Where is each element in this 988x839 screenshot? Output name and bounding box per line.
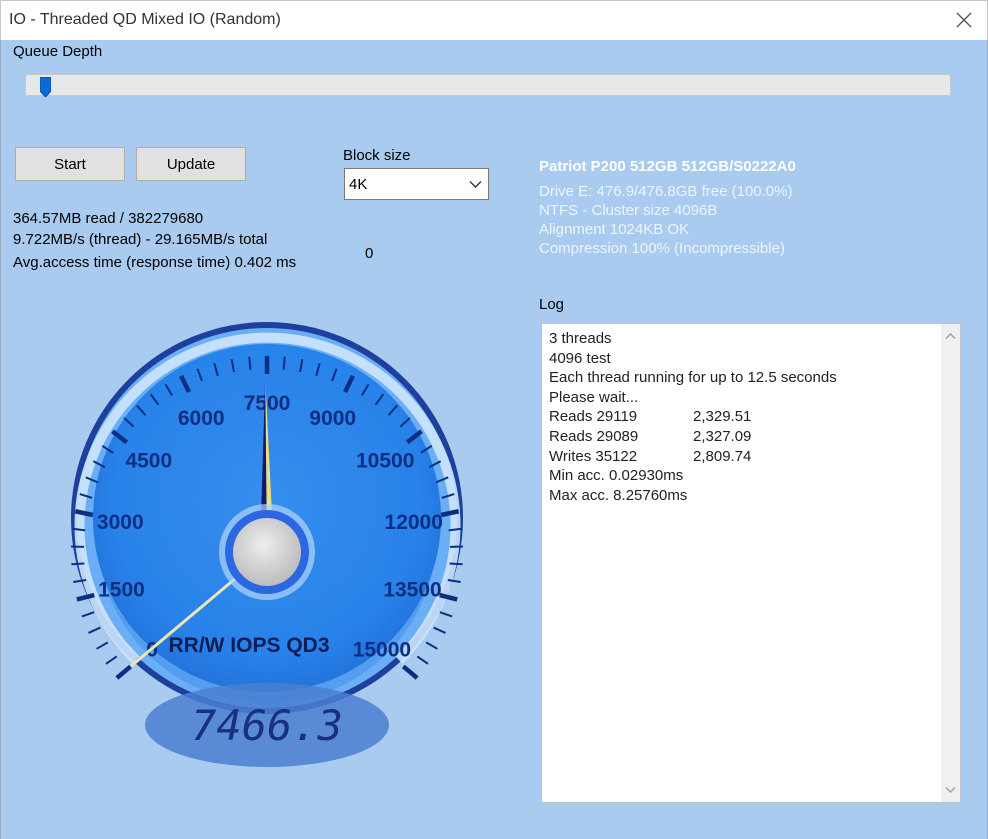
gauge-tick-label: 4500 bbox=[125, 450, 172, 473]
log-entry: 4096 test bbox=[549, 349, 751, 369]
scroll-up-arrow-icon[interactable] bbox=[945, 332, 956, 340]
title-bar: IO - Threaded QD Mixed IO (Random) bbox=[0, 0, 988, 40]
log-entry-text: 3 threads bbox=[549, 330, 612, 347]
start-button[interactable]: Start bbox=[15, 147, 125, 181]
close-icon bbox=[956, 12, 972, 28]
gauge-tick-label: 6000 bbox=[178, 407, 225, 430]
gauge-major-tick bbox=[401, 664, 419, 680]
gauge-digital-readout: 7466.3 bbox=[191, 701, 343, 750]
drive-free-space: Drive E: 476.9/476.8GB free (100.0%) bbox=[539, 183, 793, 200]
drive-compression: Compression 100% (Incompressible) bbox=[539, 240, 785, 257]
gauge-minor-tick bbox=[88, 626, 101, 634]
gauge-minor-tick bbox=[439, 611, 453, 618]
log-entry-text: Please wait... bbox=[549, 388, 639, 406]
gauge-major-tick bbox=[115, 664, 133, 680]
log-scrollbar[interactable] bbox=[941, 324, 960, 802]
log-entry: Each thread running for up to 12.5 secon… bbox=[549, 368, 837, 388]
chevron-down-icon bbox=[469, 181, 482, 188]
gauge-hub bbox=[233, 518, 301, 586]
gauge-tick-label: 7500 bbox=[244, 392, 291, 415]
log-entry-text: Writes 35122 bbox=[549, 447, 638, 465]
log-entry: Writes 35122 2,809.74 bbox=[549, 447, 751, 467]
window-title: IO - Threaded QD Mixed IO (Random) bbox=[9, 11, 281, 28]
log-entry-text: Reads 29119 bbox=[549, 408, 638, 426]
queue-depth-slider[interactable] bbox=[25, 74, 951, 96]
log-entry: 3 threads bbox=[549, 329, 751, 349]
gauge-minor-tick bbox=[425, 641, 438, 650]
gauge-minor-tick bbox=[416, 655, 429, 665]
log-entry-text: Max acc. 8.25760ms bbox=[549, 486, 688, 504]
gauge-minor-tick bbox=[282, 356, 286, 370]
gauge-tick-label: 10500 bbox=[356, 450, 414, 473]
gauge-tick-label: 12000 bbox=[385, 511, 443, 534]
drive-title: Patriot P200 512GB 512GB/S0222A0 bbox=[539, 158, 796, 175]
stats-read-total: 364.57MB read / 382279680 bbox=[13, 210, 204, 227]
gauge-minor-tick bbox=[248, 356, 252, 370]
gauge-tick-label: 13500 bbox=[383, 578, 441, 601]
gauge-tick-label: 9000 bbox=[309, 407, 356, 430]
gauge-minor-tick bbox=[81, 611, 95, 618]
gauge-minor-tick bbox=[71, 562, 85, 566]
close-button[interactable] bbox=[941, 1, 987, 39]
stats-throughput: 9.722MB/s (thread) - 29.165MB/s total bbox=[13, 231, 268, 248]
iops-gauge: 0150030004500600075009000105001200013500… bbox=[71, 322, 463, 767]
client-area: Queue Depth Start Update Block size 4K 3… bbox=[0, 40, 988, 839]
log-textbox[interactable]: 3 threads 4096 test Each thread running fo… bbox=[541, 323, 961, 803]
log-lines: 3 threads 4096 test Each thread running fo… bbox=[549, 329, 837, 506]
stats-access-time: Avg.access time (response time) 0.402 ms bbox=[13, 254, 297, 271]
gauge-tick-label: 15000 bbox=[353, 638, 411, 661]
log-entry-value: 2,327.09 bbox=[693, 427, 752, 445]
log-entry: Min acc. 0.02930ms bbox=[549, 466, 751, 486]
gauge-minor-tick bbox=[449, 562, 463, 566]
log-entry-text: Each thread running for up to 12.5 secon… bbox=[549, 369, 837, 387]
gauge-minor-tick bbox=[105, 655, 118, 665]
log-entry-value: 2,329.51 bbox=[693, 408, 752, 426]
drive-alignment: Alignment 1024KB OK bbox=[539, 221, 690, 238]
scroll-down-arrow-icon[interactable] bbox=[945, 786, 956, 794]
queue-depth-label: Queue Depth bbox=[13, 43, 103, 60]
stats-counter: 0 bbox=[365, 245, 374, 262]
gauge-label: RR/W IOPS QD3 bbox=[168, 634, 329, 657]
block-size-label: Block size bbox=[343, 147, 411, 164]
log-entry: Reads 29119 2,329.51 bbox=[549, 407, 751, 427]
log-entry: Reads 29089 2,327.09 bbox=[549, 427, 751, 447]
log-entry-text: 4096 test bbox=[549, 349, 611, 367]
update-button[interactable]: Update bbox=[136, 147, 246, 181]
gauge-tick-label: 1500 bbox=[98, 578, 145, 601]
block-size-value: 4K bbox=[349, 176, 368, 193]
queue-depth-slider-thumb[interactable] bbox=[40, 77, 51, 97]
log-entry: Max acc. 8.25760ms bbox=[549, 486, 751, 506]
log-label: Log bbox=[539, 296, 565, 313]
log-entry-text: Reads 29089 bbox=[549, 427, 639, 445]
gauge-minor-tick bbox=[433, 626, 446, 634]
log-entry-text: Min acc. 0.02930ms bbox=[549, 467, 684, 485]
block-size-select[interactable]: 4K bbox=[344, 168, 489, 200]
log-entry-value: 2,809.74 bbox=[693, 447, 752, 465]
log-entry: Please wait... bbox=[549, 388, 751, 408]
gauge-minor-tick bbox=[96, 641, 109, 650]
drive-filesystem: NTFS - Cluster size 4096B bbox=[539, 202, 718, 219]
gauge-tick-label: 3000 bbox=[97, 511, 144, 534]
